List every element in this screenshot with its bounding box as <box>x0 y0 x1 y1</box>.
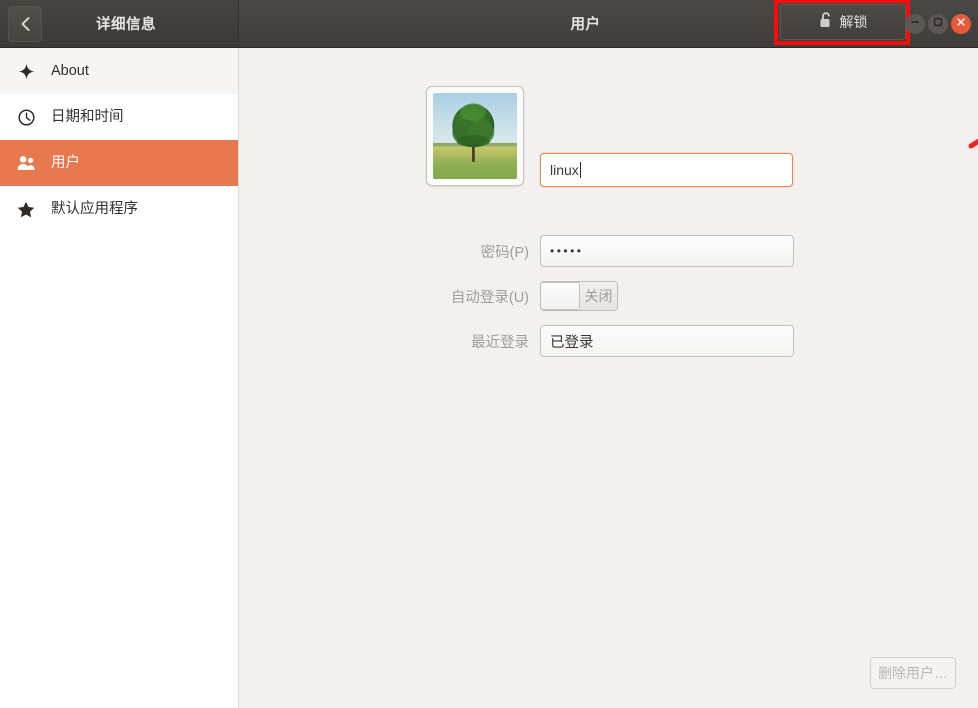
star-icon <box>15 201 37 218</box>
sidebar-item-datetime[interactable]: 日期和时间 <box>0 94 238 140</box>
close-button[interactable] <box>951 13 971 34</box>
text-cursor <box>579 162 581 178</box>
last-login-value: 已登录 <box>550 334 594 351</box>
sidebar-item-default-apps[interactable]: 默认应用程序 <box>0 186 238 232</box>
minimize-button[interactable] <box>905 13 925 34</box>
password-label: 密码(P) <box>480 244 529 261</box>
toggle-knob <box>541 282 580 310</box>
sidebar-item-users[interactable]: 用户 <box>0 140 238 186</box>
unlock-button-wrapper: 解锁 <box>774 0 910 45</box>
username-input[interactable]: linux <box>540 153 793 187</box>
settings-window: 详细信息 用户 解锁 About 日期和时间 用户 默认应用程序 linux 密… <box>0 0 978 708</box>
user-settings-panel: linux 密码(P) ••••• 自动登录(U) 关闭 最近登录 已登录 删除… <box>240 48 978 708</box>
last-login-value-field[interactable]: 已登录 <box>540 325 794 357</box>
last-login-label: 最近登录 <box>471 334 529 351</box>
autologin-row: 自动登录(U) 关闭 <box>312 281 618 311</box>
sidebar: About 日期和时间 用户 默认应用程序 <box>0 48 239 708</box>
delete-user-label: 删除用户… <box>878 665 948 681</box>
sidebar-item-label: 默认应用程序 <box>51 200 138 217</box>
back-button[interactable] <box>8 6 42 42</box>
clock-icon <box>15 108 37 126</box>
last-login-row: 最近登录 已登录 <box>312 325 794 357</box>
password-row: 密码(P) ••••• <box>312 235 794 267</box>
open-padlock-icon <box>819 11 833 33</box>
chevron-left-icon <box>20 16 31 32</box>
window-titlebar: 详细信息 用户 解锁 <box>0 0 978 48</box>
sidebar-item-label: About <box>51 62 89 79</box>
window-controls <box>905 13 971 34</box>
delete-user-button: 删除用户… <box>870 657 956 689</box>
autologin-label: 自动登录(U) <box>450 289 529 306</box>
sidebar-item-label: 用户 <box>51 154 80 171</box>
autologin-state-label: 关闭 <box>584 288 613 304</box>
username-value: linux <box>550 162 579 178</box>
users-icon <box>15 155 37 171</box>
username-row: linux <box>312 153 793 187</box>
maximize-button[interactable] <box>928 13 948 34</box>
close-icon <box>955 15 967 33</box>
autologin-toggle[interactable]: 关闭 <box>540 281 618 311</box>
maximize-icon <box>932 15 944 33</box>
sidebar-item-label: 日期和时间 <box>51 108 124 125</box>
sparkle-icon <box>15 63 37 80</box>
unlock-button[interactable]: 解锁 <box>780 4 906 40</box>
password-input[interactable]: ••••• <box>540 235 794 267</box>
minimize-icon <box>909 15 921 33</box>
titlebar-right-pane: 用户 解锁 <box>239 0 978 47</box>
annotation-arrow-icon <box>968 138 978 149</box>
password-value: ••••• <box>550 244 584 258</box>
sidebar-item-about[interactable]: About <box>0 48 238 94</box>
titlebar-left-pane: 详细信息 <box>0 0 239 47</box>
unlock-label: 解锁 <box>839 14 868 30</box>
